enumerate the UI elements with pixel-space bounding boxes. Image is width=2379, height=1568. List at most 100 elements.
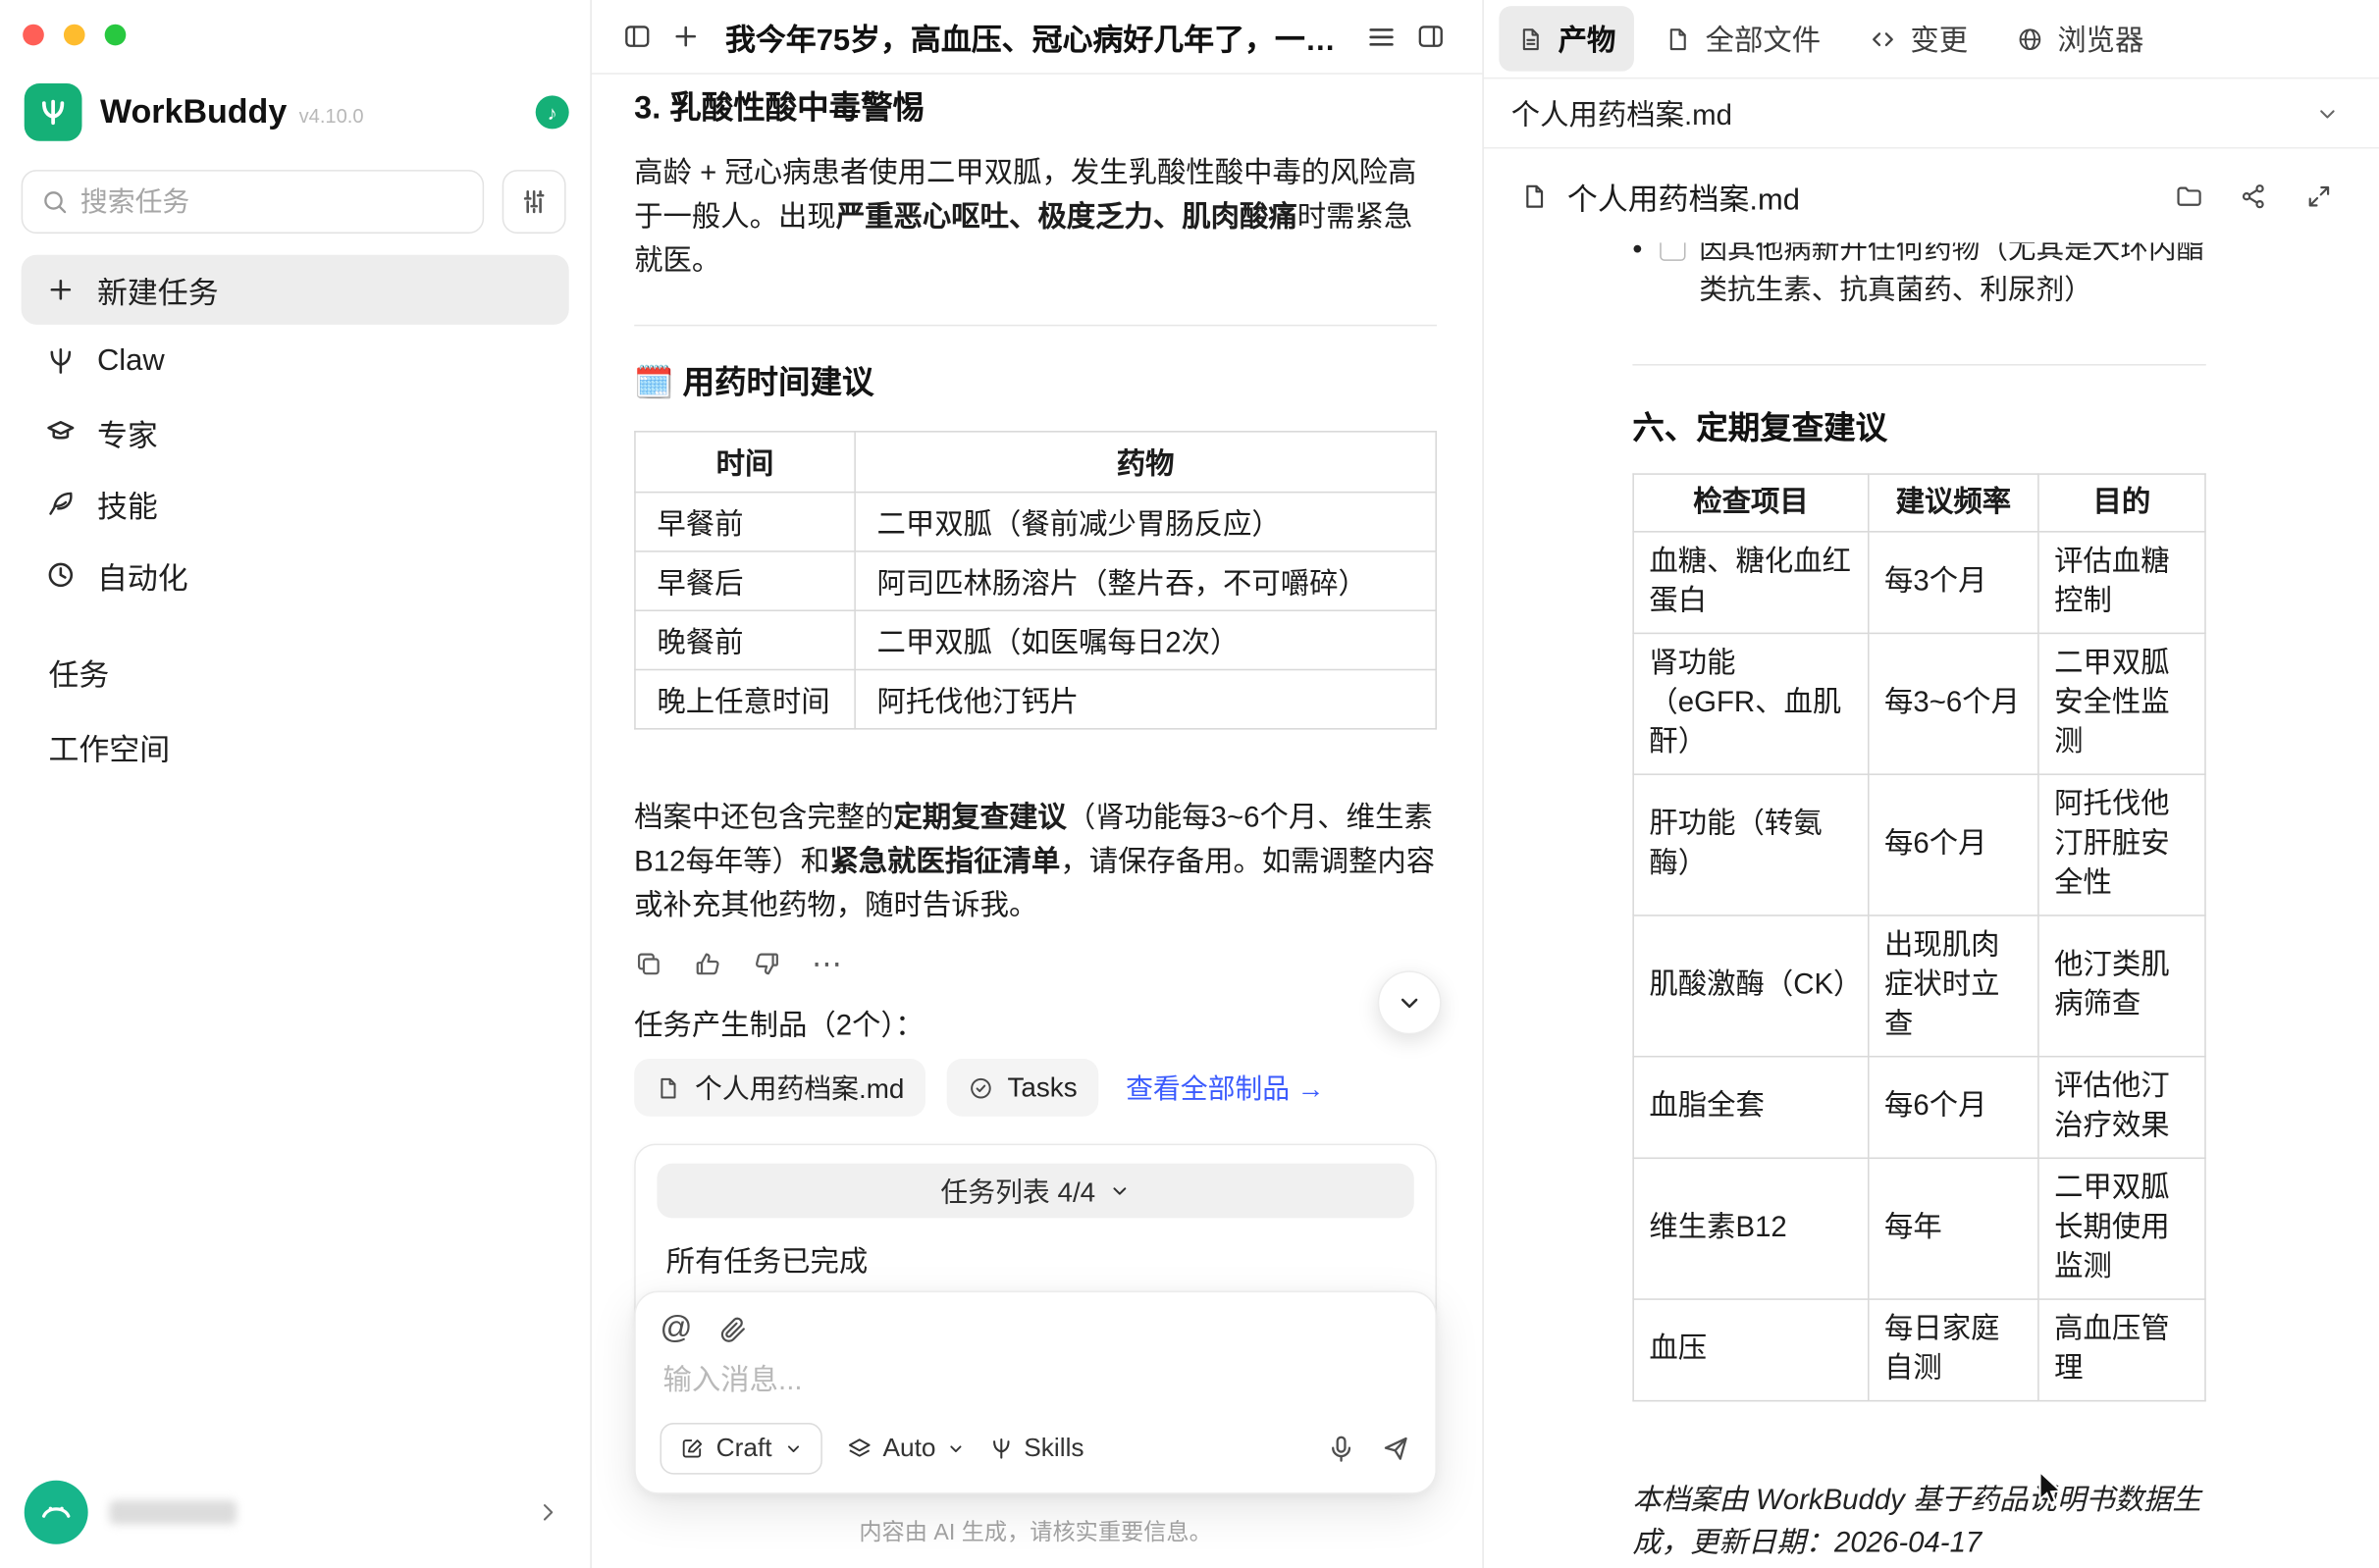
claw-icon xyxy=(45,345,76,376)
checkbox-icon[interactable] xyxy=(1660,242,1685,261)
scroll-to-bottom-button[interactable] xyxy=(1378,970,1442,1034)
ai-disclaimer: 内容由 AI 生成，请核实重要信息。 xyxy=(634,1515,1437,1546)
table-row: 血脂全套 每6个月 评估他汀治疗效果 xyxy=(1633,1057,2205,1159)
sidebar-section-label: 工作空间 xyxy=(48,724,170,768)
chevron-down-icon xyxy=(1396,989,1423,1017)
file-title: 个人用药档案.md xyxy=(1567,174,1800,218)
thumbs-down-icon[interactable] xyxy=(753,950,781,978)
document-icon xyxy=(656,1074,681,1100)
task-list-status: 所有任务已完成 xyxy=(657,1239,1413,1281)
workbuddy-window: WorkBuddy v4.10.0 ♪ 新建任务 xyxy=(0,0,2379,1568)
mouse-cursor xyxy=(2030,1468,2069,1515)
sidebar-item-skills[interactable]: 技能 xyxy=(22,469,569,539)
app-version: v4.10.0 xyxy=(299,104,364,127)
tab-browser[interactable]: 浏览器 xyxy=(1998,6,2162,71)
artifact-tasks-chip[interactable]: Tasks xyxy=(947,1059,1099,1117)
table-row: 晚上任意时间 阿托伐他汀钙片 xyxy=(635,670,1436,729)
sidebar-item-label: 自动化 xyxy=(97,552,188,597)
search-input[interactable] xyxy=(80,185,464,217)
column-header: 时间 xyxy=(635,432,855,493)
artifact-file-chip[interactable]: 个人用药档案.md xyxy=(634,1059,925,1117)
share-icon[interactable] xyxy=(2240,182,2268,210)
checklist-item-text: 因其他病新开任何药物（尤其是大环内酯类抗生素、抗真菌药、利尿剂） xyxy=(1699,242,2205,309)
brand-row: WorkBuddy v4.10.0 ♪ xyxy=(25,81,569,142)
auto-mode-button[interactable]: Auto xyxy=(846,1434,965,1464)
new-chat-plus-icon[interactable] xyxy=(670,22,701,52)
sidebar-menu: 新建任务 Claw 专家 技能 xyxy=(22,255,569,611)
column-header: 建议频率 xyxy=(1869,474,2038,532)
sidebar-item-label: 新建任务 xyxy=(97,268,219,312)
status-badge-icon[interactable]: ♪ xyxy=(536,95,569,129)
message-actions: ⋯ xyxy=(634,945,1437,983)
filter-button[interactable] xyxy=(502,170,566,234)
artifact-file-select[interactable]: 个人用药档案.md xyxy=(1484,78,2379,148)
table-row: 肾功能（eGFR、血肌酐） 每3~6个月 二甲双胍安全性监测 xyxy=(1633,633,2205,774)
tab-changes[interactable]: 变更 xyxy=(1851,6,1986,71)
warning-heading: 3. 乳酸性酸中毒警惕 xyxy=(634,86,1437,131)
paperclip-icon[interactable] xyxy=(719,1315,748,1343)
column-header: 药物 xyxy=(855,432,1436,493)
message-input[interactable] xyxy=(660,1344,1410,1423)
auto-label: Auto xyxy=(882,1434,935,1464)
craft-icon xyxy=(680,1437,705,1461)
document-view[interactable]: • 因其他病新开任何药物（尤其是大环内酯类抗生素、抗真菌药、利尿剂） 六、定期复… xyxy=(1484,242,2379,1568)
sidebar-item-automation[interactable]: 自动化 xyxy=(22,540,569,609)
chat-messages[interactable]: 3. 乳酸性酸中毒警惕 高龄 + 冠心病患者使用二甲双胍，发生乳酸性酸中毒的风险… xyxy=(592,75,1482,1568)
search-box[interactable] xyxy=(22,170,484,234)
composer-toolbar: Craft Auto xyxy=(660,1423,1410,1475)
zoom-button[interactable] xyxy=(105,25,127,46)
close-button[interactable] xyxy=(23,25,44,46)
medication-timing-table: 时间 药物 早餐前 二甲双胍（餐前减少胃肠反应） 早餐后 阿司匹林肠溶片（整片吞… xyxy=(634,431,1437,730)
table-row: 血压 每日家庭自测 高血压管理 xyxy=(1633,1299,2205,1401)
artifacts-count-label: 任务产生制品（2个）： xyxy=(634,1003,1437,1044)
chat-title: 我今年75岁，高血压、冠心病好几年了，一直在... xyxy=(725,15,1348,59)
thumbs-up-icon[interactable] xyxy=(693,950,721,978)
checklist-item: • 因其他病新开任何药物（尤其是大环内酯类抗生素、抗真菌药、利尿剂） xyxy=(1632,242,2205,309)
copy-icon[interactable] xyxy=(634,950,662,978)
doc-footnote-line: 本档案由 WorkBuddy 基于药品说明书数据生成，更新日期：2026-04-… xyxy=(1632,1481,2205,1566)
table-row: 早餐后 阿司匹林肠溶片（整片吞，不可嚼碎） xyxy=(635,551,1436,610)
chevron-down-icon xyxy=(2315,101,2340,126)
feather-icon xyxy=(45,489,76,519)
sidebar-item-new-task[interactable]: 新建任务 xyxy=(22,255,569,325)
sidebar: WorkBuddy v4.10.0 ♪ 新建任务 xyxy=(0,0,592,1568)
tab-artifacts[interactable]: 产物 xyxy=(1499,6,1634,71)
panel-collapse-icon[interactable] xyxy=(622,22,653,52)
table-row: 肝功能（转氨酶） 每6个月 阿托伐他汀肝脏安全性 xyxy=(1633,774,2205,915)
mention-icon[interactable]: @ xyxy=(660,1314,692,1344)
expand-icon[interactable] xyxy=(2304,182,2333,210)
skills-button[interactable]: Skills xyxy=(989,1434,1084,1464)
chevron-right-icon[interactable] xyxy=(536,1500,560,1525)
sidebar-item-tasks[interactable]: 任务 xyxy=(22,639,569,706)
profile-row[interactable] xyxy=(0,1481,590,1568)
sidebar-item-experts[interactable]: 专家 xyxy=(22,397,569,467)
sidebar-item-label: 专家 xyxy=(97,410,158,454)
claw-logo-icon xyxy=(35,94,72,131)
minimize-button[interactable] xyxy=(64,25,85,46)
folder-icon[interactable] xyxy=(2174,182,2202,210)
search-icon xyxy=(41,188,69,216)
tab-all-files[interactable]: 全部文件 xyxy=(1646,6,1838,71)
claw-icon xyxy=(989,1437,1014,1461)
panel-right-icon[interactable] xyxy=(1415,22,1446,52)
table-row: 维生素B12 每年 二甲双胍长期使用监测 xyxy=(1633,1158,2205,1299)
chat-header: 我今年75岁，高血压、冠心病好几年了，一直在... xyxy=(592,0,1482,75)
sidebar-item-label: Claw xyxy=(97,343,165,379)
table-row: 血糖、糖化血红蛋白 每3个月 评估血糖控制 xyxy=(1633,532,2205,634)
microphone-icon[interactable] xyxy=(1326,1434,1356,1464)
sliders-icon xyxy=(519,186,550,217)
artifact-file-name: 个人用药档案.md xyxy=(695,1068,904,1107)
sidebar-item-workspace[interactable]: 工作空间 xyxy=(22,713,569,780)
more-actions-icon[interactable]: ⋯ xyxy=(812,945,845,983)
sidebar-item-claw[interactable]: Claw xyxy=(22,326,569,395)
menu-icon[interactable] xyxy=(1365,21,1397,52)
view-all-artifacts-link[interactable]: 查看全部制品 → xyxy=(1126,1068,1325,1107)
task-list-toggle[interactable]: 任务列表 4/4 xyxy=(657,1164,1413,1219)
review-schedule-table: 检查项目 建议频率 目的 血糖、糖化血红蛋白 每3个月 评估血糖控制 肾功能（e… xyxy=(1632,473,2205,1401)
craft-mode-button[interactable]: Craft xyxy=(660,1423,821,1475)
clock-icon xyxy=(45,559,76,590)
skills-label: Skills xyxy=(1024,1434,1084,1464)
craft-label: Craft xyxy=(716,1434,772,1464)
send-icon[interactable] xyxy=(1381,1434,1411,1464)
doc-footnote: 本档案由 WorkBuddy 基于药品说明书数据生成，更新日期：2026-04-… xyxy=(1632,1481,2205,1568)
